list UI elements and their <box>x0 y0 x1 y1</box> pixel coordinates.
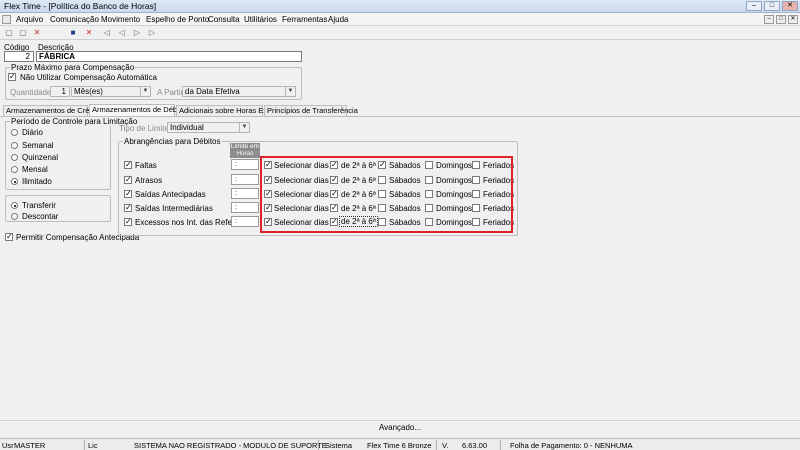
highlight-box <box>260 156 513 233</box>
radio-ilimitado-label: Ilimitado <box>22 177 52 186</box>
atrasos-limite-field[interactable]: : <box>231 174 259 185</box>
prev-record-icon[interactable]: ◁ <box>117 28 127 38</box>
chevron-down-icon[interactable]: ▼ <box>239 123 249 132</box>
menu-arquivo[interactable]: Arquivo <box>16 15 43 24</box>
radio-quinzenal-label: Quinzenal <box>22 153 59 162</box>
radio-diario[interactable] <box>11 129 18 136</box>
descricao-field[interactable]: FÁBRICA <box>36 51 302 62</box>
status-lic-value: SISTEMA NAO REGISTRADO - MODULO DE SUPOR… <box>134 441 327 450</box>
mdi-minimize-button[interactable]: – <box>764 15 774 24</box>
radio-quinzenal[interactable] <box>11 154 18 161</box>
tipo-limite-label: Tipo de Limite <box>119 124 169 133</box>
faltas-label: Faltas <box>135 161 157 170</box>
limite-header-line1: Limite em <box>230 143 260 150</box>
avancado-button[interactable]: Avançado... <box>0 420 800 434</box>
menu-consulta[interactable]: Consulta <box>208 15 240 24</box>
save-icon[interactable]: ■ <box>68 28 78 38</box>
menu-bar: Arquivo Comunicação Movimento Espelho de… <box>0 13 800 26</box>
saidas-antecipadas-checkbox[interactable]: ✓ <box>124 190 132 198</box>
radio-semanal-label: Semanal <box>22 141 54 150</box>
status-versao-label: V. <box>442 441 449 450</box>
prazo-group-title: Prazo Máximo para Compensação <box>10 63 136 72</box>
status-sistema-label: Sistema <box>325 441 353 450</box>
radio-transferir-label: Transferir <box>22 201 56 210</box>
faltas-limite-field[interactable]: : <box>231 159 259 170</box>
last-record-icon[interactable]: ▷ <box>147 28 157 38</box>
tab-armazenamentos-debitos[interactable]: Armazenamentos de Débitos <box>89 104 189 116</box>
mdi-window-icon[interactable] <box>2 15 11 24</box>
status-divider <box>318 440 319 450</box>
radio-ilimitado[interactable] <box>11 178 18 185</box>
status-sistema-value: Flex Time 6 Bronze <box>367 441 432 450</box>
faltas-checkbox[interactable]: ✓ <box>124 161 132 169</box>
apartir-value: da Data Efetiva <box>185 87 240 96</box>
apartir-select[interactable]: da Data Efetiva ▼ <box>182 86 296 97</box>
status-divider <box>84 440 85 450</box>
menu-ajuda[interactable]: Ajuda <box>328 15 348 24</box>
radio-descontar-label: Descontar <box>22 212 59 221</box>
saidas-intermediarias-label: Saídas Intermediárias <box>135 204 213 213</box>
radio-descontar[interactable] <box>11 213 18 220</box>
toolbar: ▢ ▢ ✕ ■ ✕ ◁ ◁ ▷ ▷ <box>0 26 800 40</box>
radio-diario-label: Diário <box>22 128 43 137</box>
atrasos-label: Atrasos <box>135 176 163 185</box>
nao-utilizar-label: Não Utilizar Compensação Automática <box>20 73 157 82</box>
saidas-antecipadas-limite-field[interactable]: : <box>231 188 259 199</box>
limite-header: Limite em Horas <box>230 143 260 158</box>
delete-record-icon[interactable]: ✕ <box>32 28 42 38</box>
status-lic-label: Lic <box>88 441 98 450</box>
menu-utilitarios[interactable]: Utilitários <box>244 15 277 24</box>
status-bar: Usr MASTER Lic SISTEMA NAO REGISTRADO - … <box>0 438 800 450</box>
unidade-select[interactable]: Mês(es) ▼ <box>71 86 151 97</box>
status-versao-value: 6.63.00 <box>462 441 488 450</box>
abrangencias-group-title: Abrangências para Débitos <box>123 137 222 146</box>
tab-adicionais-horas-extras[interactable]: Adicionais sobre Horas Extras <box>176 105 279 116</box>
minimize-button[interactable]: – <box>746 1 762 11</box>
status-folha: Folha de Pagamento: 0 - NENHUMA <box>510 441 633 450</box>
status-divider <box>500 440 501 450</box>
status-usr-value: MASTER <box>14 441 46 450</box>
copy-record-icon[interactable]: ▢ <box>18 28 28 38</box>
saidas-antecipadas-label: Saídas Antecipadas <box>135 190 206 199</box>
menu-comunicacao[interactable]: Comunicação <box>50 15 99 24</box>
saidas-intermediarias-limite-field[interactable]: : <box>231 202 259 213</box>
next-record-icon[interactable]: ▷ <box>132 28 142 38</box>
status-usr-label: Usr <box>2 441 14 450</box>
chevron-down-icon[interactable]: ▼ <box>140 87 150 96</box>
limite-header-line2: Horas <box>236 150 254 157</box>
title-bar: Flex Time - [Política do Banco de Horas]… <box>0 0 800 13</box>
mdi-close-button[interactable]: ✕ <box>788 15 798 24</box>
permitir-checkbox[interactable]: ✓ <box>5 233 13 241</box>
radio-transferir[interactable] <box>11 202 18 209</box>
atrasos-checkbox[interactable]: ✓ <box>124 176 132 184</box>
maximize-button[interactable]: □ <box>764 1 780 11</box>
codigo-field[interactable]: 2 <box>4 51 34 62</box>
excessos-refeicoes-checkbox[interactable]: ✓ <box>124 218 132 226</box>
radio-mensal-label: Mensal <box>22 165 48 174</box>
menu-espelho-de-ponto[interactable]: Espelho de Ponto <box>146 15 209 24</box>
radio-semanal[interactable] <box>11 142 18 149</box>
status-divider <box>436 440 437 450</box>
quantidade-label: Quantidade <box>10 88 52 97</box>
first-record-icon[interactable]: ◁ <box>102 28 112 38</box>
tab-principios-transferencia[interactable]: Princípios de Transferência <box>264 105 358 116</box>
window-title: Flex Time - [Política do Banco de Horas] <box>4 1 157 11</box>
chevron-down-icon[interactable]: ▼ <box>285 87 295 96</box>
tipo-limite-value: Individual <box>170 123 204 132</box>
quantidade-field[interactable]: 1 <box>50 86 70 97</box>
nao-utilizar-checkbox[interactable]: ✓ <box>8 73 16 81</box>
apartir-label: A Partir <box>157 88 184 97</box>
unidade-value: Mês(es) <box>74 87 103 96</box>
tab-armazenamentos-creditos[interactable]: Armazenamentos de Créditos <box>3 105 105 116</box>
menu-ferramentas[interactable]: Ferramentas <box>282 15 327 24</box>
cancel-icon[interactable]: ✕ <box>84 28 94 38</box>
new-record-icon[interactable]: ▢ <box>4 28 14 38</box>
excessos-refeicoes-limite-field[interactable]: : <box>231 216 259 227</box>
mdi-restore-button[interactable]: □ <box>776 15 786 24</box>
close-button[interactable]: ✕ <box>782 1 798 11</box>
saidas-intermediarias-checkbox[interactable]: ✓ <box>124 204 132 212</box>
radio-mensal[interactable] <box>11 166 18 173</box>
tipo-limite-select[interactable]: Individual ▼ <box>167 122 250 133</box>
menu-movimento[interactable]: Movimento <box>101 15 140 24</box>
